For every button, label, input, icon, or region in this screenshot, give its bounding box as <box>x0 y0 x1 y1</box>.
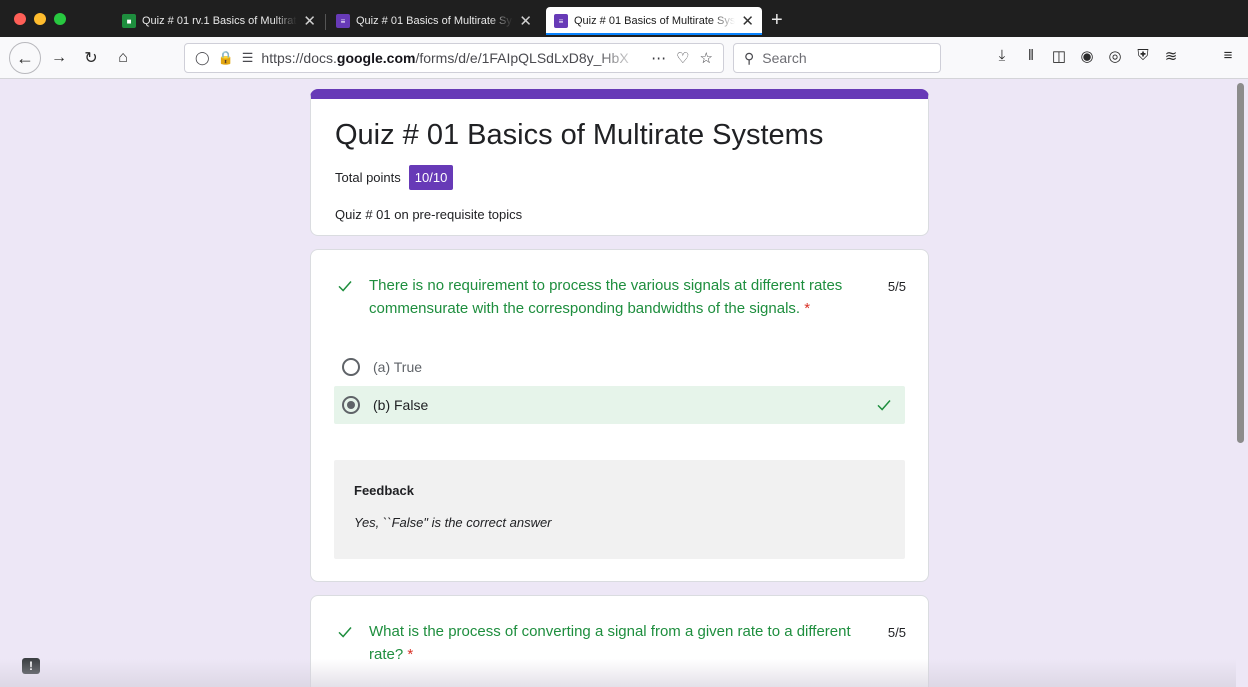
search-icon: ⚲ <box>744 49 755 66</box>
downloads-icon[interactable]: ⤓ <box>992 47 1012 64</box>
back-arrow-icon: ← <box>16 47 34 68</box>
browser-tab-active[interactable]: ≡ Quiz # 01 Basics of Multirate Systems … <box>546 7 762 35</box>
bookmark-star-icon[interactable]: ☆ <box>700 49 713 67</box>
answer-option-selected[interactable]: (b) False <box>334 386 905 424</box>
shield-extension-icon[interactable]: ⛨ <box>1133 47 1153 64</box>
form-page: Quiz # 01 Basics of Multirate Systems To… <box>0 79 1248 687</box>
form-header-card: Quiz # 01 Basics of Multirate Systems To… <box>310 89 929 236</box>
forward-button[interactable]: → <box>48 45 70 71</box>
window-close-button[interactable] <box>14 13 26 25</box>
page-actions-icon[interactable]: ⋯ <box>651 49 666 67</box>
window-minimize-button[interactable] <box>34 13 46 25</box>
extension-icon[interactable]: ◎ <box>1105 47 1125 65</box>
reload-icon: ↻ <box>84 50 98 67</box>
home-button[interactable]: ⌂ <box>112 45 134 71</box>
answer-option[interactable]: (a) True <box>334 348 905 386</box>
correct-check-icon <box>338 627 352 638</box>
url-text[interactable]: https://docs.google.com/forms/d/e/1FAIpQ… <box>261 50 641 66</box>
question-card: There is no requirement to process the v… <box>310 249 929 582</box>
sidebar-icon[interactable]: ◫ <box>1049 47 1069 65</box>
shield-icon[interactable]: ◯ <box>195 50 210 66</box>
question-points: 5/5 <box>887 625 906 640</box>
radio-button[interactable] <box>342 358 360 376</box>
back-button[interactable]: ← <box>9 42 41 74</box>
total-points-badge: 10/10 <box>408 165 454 190</box>
report-problem-icon[interactable]: ! <box>22 658 40 674</box>
question-text: There is no requirement to process the v… <box>369 277 843 317</box>
search-placeholder: Search <box>762 50 807 66</box>
feedback-title: Feedback <box>354 483 414 498</box>
forward-arrow-icon: → <box>51 49 67 66</box>
tab-separator <box>325 14 326 30</box>
home-icon: ⌂ <box>118 49 128 66</box>
correct-check-icon <box>877 400 891 411</box>
radio-button-checked[interactable] <box>342 396 360 414</box>
form-title: Quiz # 01 Basics of Multirate Systems <box>335 119 824 151</box>
cast-icon[interactable]: ≋ <box>1161 47 1181 65</box>
browser-toolbar: ← → ↻ ⌂ ◯ 🔒 ☰ https://docs.google.com/fo… <box>0 37 1248 79</box>
question-card: What is the process of converting a sign… <box>310 595 929 687</box>
search-bar[interactable]: ⚲ Search <box>733 43 941 73</box>
close-tab-icon[interactable]: ✕ <box>519 12 532 30</box>
feedback-text: Yes, ``False" is the correct answer <box>354 515 552 530</box>
google-forms-icon: ≡ <box>336 14 350 28</box>
correct-check-icon <box>338 281 352 292</box>
google-classroom-icon: ■ <box>122 14 136 28</box>
total-points-row: Total points 10/10 <box>335 165 454 190</box>
menu-icon[interactable]: ≡ <box>1218 47 1238 64</box>
browser-tab-quiz-rv1[interactable]: ■ Quiz # 01 rv.1 Basics of Multirate Sys… <box>114 7 324 35</box>
tab-title: Quiz # 01 Basics of Multirate Systems <box>574 15 736 27</box>
option-label: (a) True <box>373 359 423 375</box>
close-tab-icon[interactable]: ✕ <box>741 12 754 30</box>
new-tab-button[interactable]: + <box>771 7 783 33</box>
required-asterisk: * <box>804 300 811 317</box>
browser-tab-quiz-form[interactable]: ≡ Quiz # 01 Basics of Multirate Systems … <box>328 7 540 35</box>
lock-icon[interactable]: 🔒 <box>218 50 234 66</box>
permissions-icon[interactable]: ☰ <box>242 50 254 66</box>
total-points-label: Total points <box>335 170 401 185</box>
pocket-icon[interactable]: ♡ <box>676 49 689 67</box>
close-tab-icon[interactable]: ✕ <box>303 12 316 30</box>
account-icon[interactable]: ◉ <box>1077 47 1097 65</box>
google-forms-icon: ≡ <box>554 14 568 28</box>
page-scrollbar[interactable] <box>1237 83 1244 443</box>
url-bar[interactable]: ◯ 🔒 ☰ https://docs.google.com/forms/d/e/… <box>184 43 724 73</box>
question-points: 5/5 <box>887 279 906 294</box>
option-label: (b) False <box>373 397 429 413</box>
library-icon[interactable]: ‖ <box>1021 47 1041 64</box>
feedback-box: Feedback Yes, ``False" is the correct an… <box>334 460 905 559</box>
browser-tab-strip: ■ Quiz # 01 rv.1 Basics of Multirate Sys… <box>0 0 1248 37</box>
reload-button[interactable]: ↻ <box>80 45 102 71</box>
form-description: Quiz # 01 on pre-requisite topics <box>335 207 523 222</box>
question-text: What is the process of converting a sign… <box>369 623 851 663</box>
required-asterisk: * <box>407 646 414 663</box>
window-zoom-button[interactable] <box>54 13 66 25</box>
tab-title: Quiz # 01 rv.1 Basics of Multirate Syste… <box>142 15 297 27</box>
tab-title: Quiz # 01 Basics of Multirate Systems <box>356 15 513 27</box>
